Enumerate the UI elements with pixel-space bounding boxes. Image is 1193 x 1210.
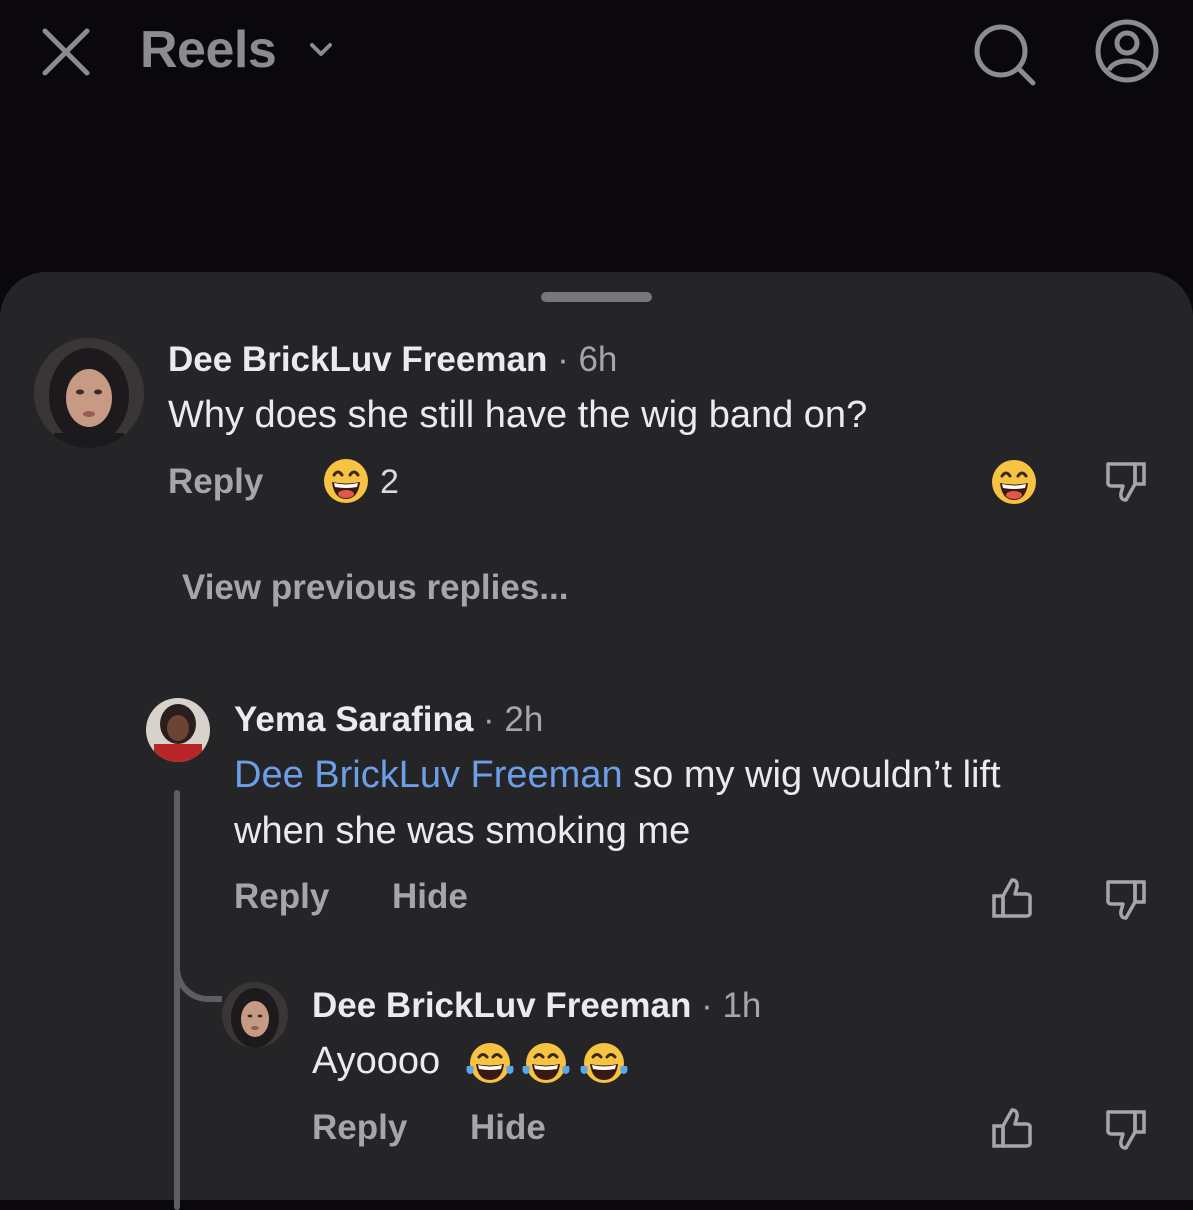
author-name[interactable]: Yema Sarafina (234, 700, 473, 739)
close-icon[interactable] (40, 26, 92, 78)
author-name[interactable]: Dee BrickLuv Freeman (168, 340, 547, 379)
comment-text: Why does she still have the wig band on? (168, 394, 868, 436)
view-previous-replies[interactable]: View previous replies... (182, 568, 568, 608)
thumbs-up-icon[interactable] (990, 876, 1034, 920)
page-title[interactable]: Reels (140, 20, 277, 80)
reply-button[interactable]: Reply (234, 877, 329, 917)
avatar[interactable] (222, 982, 288, 1048)
search-icon[interactable] (972, 22, 1038, 88)
comment-time: · 1h (701, 986, 762, 1025)
top-bar: Reels (0, 0, 1193, 272)
comment-text-value: Ayoooo (312, 1040, 441, 1082)
comment-text: Dee BrickLuv Freeman so my wig wouldn’t … (234, 754, 1001, 797)
comment-time: · 6h (557, 340, 618, 379)
comment-time: · 2h (483, 700, 544, 739)
comment-text-line2: when she was smoking me (234, 810, 691, 852)
avatar[interactable] (34, 338, 144, 448)
author-name[interactable]: Dee BrickLuv Freeman (312, 986, 691, 1025)
reply-button[interactable]: Reply (312, 1108, 407, 1148)
thread-connector (174, 952, 222, 1002)
comment-author[interactable]: Dee BrickLuv Freeman · 1h (312, 986, 761, 1026)
sheet-grabber[interactable] (541, 292, 652, 302)
reaction-count: 2 (380, 463, 399, 501)
comment-text-line1: so my wig wouldn’t lift (622, 754, 1001, 796)
laugh-cry-emoji-icon (580, 1043, 628, 1083)
mention-link[interactable]: Dee BrickLuv Freeman (234, 754, 623, 796)
thumbs-down-icon[interactable] (1104, 460, 1148, 504)
comment-text: Ayoooo (312, 1040, 440, 1083)
grin-emoji-icon[interactable] (990, 458, 1038, 506)
profile-icon[interactable] (1094, 18, 1160, 84)
laugh-cry-emoji-icon (522, 1043, 570, 1083)
chevron-down-icon[interactable] (308, 40, 334, 60)
avatar[interactable] (146, 698, 210, 762)
grin-emoji-icon[interactable] (322, 457, 370, 505)
thumbs-up-icon[interactable] (990, 1106, 1034, 1150)
laugh-cry-emoji-icon (466, 1043, 514, 1083)
comments-sheet: Dee BrickLuv Freeman · 6h Why does she s… (0, 272, 1193, 1210)
thumbs-down-icon[interactable] (1104, 878, 1148, 922)
thread-line (174, 790, 180, 1210)
hide-button[interactable]: Hide (392, 877, 468, 917)
comment-author[interactable]: Dee BrickLuv Freeman · 6h (168, 340, 617, 380)
hide-button[interactable]: Hide (470, 1108, 546, 1148)
reply-button[interactable]: Reply (168, 462, 263, 502)
thumbs-down-icon[interactable] (1104, 1108, 1148, 1152)
comment-author[interactable]: Yema Sarafina · 2h (234, 700, 543, 740)
